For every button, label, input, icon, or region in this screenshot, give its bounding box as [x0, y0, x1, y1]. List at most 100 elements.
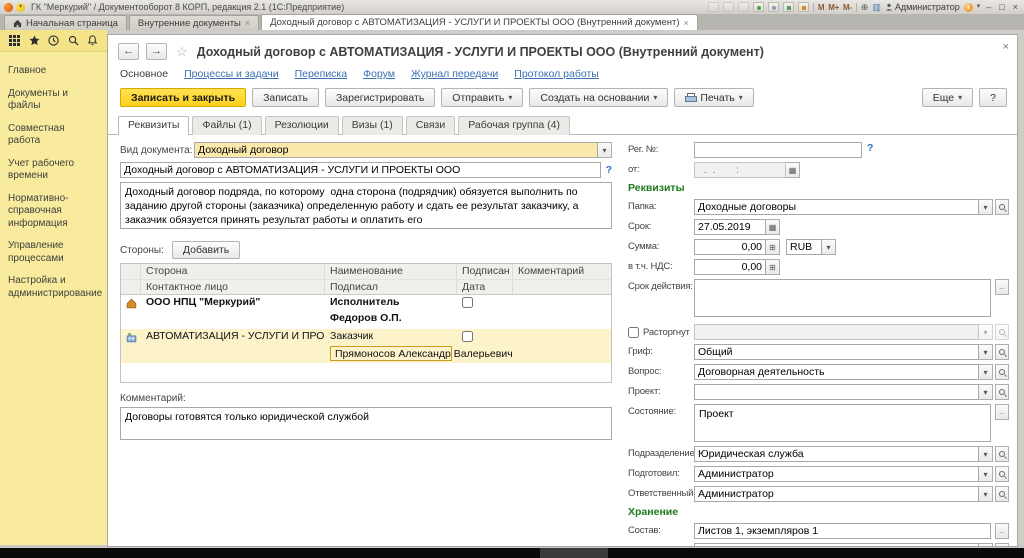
zoom-icon[interactable]: ⊕: [861, 2, 869, 12]
grif-dropdown-icon[interactable]: ▾: [979, 344, 993, 360]
case-open-icon[interactable]: [995, 543, 1009, 547]
contents-input[interactable]: [694, 523, 991, 539]
state-textarea[interactable]: Проект: [694, 404, 991, 442]
nav-link-main[interactable]: Основное: [120, 68, 168, 80]
reg-no-help-icon[interactable]: ?: [867, 142, 873, 154]
currency-dropdown-icon[interactable]: ▾: [822, 239, 836, 255]
close-tab-icon[interactable]: ×: [245, 18, 250, 28]
back-button[interactable]: ←: [118, 43, 139, 60]
register-button[interactable]: Зарегистрировать: [325, 88, 435, 107]
table-row-line2[interactable]: Прямоносов Александр Валерьевич: [121, 345, 611, 363]
signed-checkbox[interactable]: [462, 297, 473, 308]
tab-working-group[interactable]: Рабочая группа (4): [458, 116, 570, 135]
role-cell[interactable]: Заказчик: [325, 329, 457, 345]
print-icon[interactable]: [723, 2, 734, 12]
calc-m-minus-button[interactable]: M-: [843, 3, 852, 12]
validity-textarea[interactable]: [694, 279, 991, 317]
save-and-close-button[interactable]: Записать и закрыть: [120, 88, 246, 107]
prepared-input[interactable]: [694, 466, 979, 482]
currency-input[interactable]: [786, 239, 822, 255]
sidebar-item-reference-info[interactable]: Нормативно-справочная информация: [6, 188, 101, 236]
tab-income-contract[interactable]: Доходный договор с АВТОМАТИЗАЦИЯ - УСЛУГ…: [261, 14, 698, 30]
project-open-icon[interactable]: [995, 384, 1009, 400]
reg-date-calendar-icon[interactable]: ▦: [786, 162, 800, 178]
sidebar-item-collaboration[interactable]: Совместная работа: [6, 118, 101, 153]
vat-input[interactable]: [694, 259, 766, 275]
close-window-button[interactable]: ×: [1011, 2, 1020, 12]
more-button[interactable]: Еще▾: [922, 88, 973, 107]
main-menu-icon[interactable]: ▾: [16, 3, 25, 12]
send-message-icon[interactable]: [768, 2, 779, 12]
col-header-comment[interactable]: Комментарий: [513, 264, 611, 279]
role-cell[interactable]: Исполнитель: [325, 295, 457, 311]
responsible-input[interactable]: [694, 486, 979, 502]
calendar-icon[interactable]: [798, 2, 809, 12]
doc-kind-input[interactable]: [194, 142, 598, 158]
search-icon[interactable]: [68, 35, 79, 46]
grif-input[interactable]: [694, 344, 979, 360]
tab-files[interactable]: Файлы (1): [192, 116, 261, 135]
tab-visas[interactable]: Визы (1): [342, 116, 403, 135]
tab-home[interactable]: Начальная страница: [4, 15, 127, 30]
term-calendar-icon[interactable]: ▦: [766, 219, 780, 235]
term-input[interactable]: [694, 219, 766, 235]
send-button[interactable]: Отправить▾: [441, 88, 523, 107]
case-more-button[interactable]: ...: [979, 543, 993, 547]
doc-kind-dropdown-icon[interactable]: ▾: [598, 142, 612, 158]
split-view-icon[interactable]: ▥: [872, 2, 881, 12]
department-dropdown-icon[interactable]: ▾: [979, 446, 993, 462]
col-header-signed[interactable]: Подписан: [457, 264, 513, 279]
col-header-side[interactable]: Сторона: [141, 264, 325, 279]
current-user[interactable]: Администратор: [885, 2, 960, 12]
question-dropdown-icon[interactable]: ▾: [979, 364, 993, 380]
amount-input[interactable]: [694, 239, 766, 255]
restore-button[interactable]: □: [997, 2, 1006, 12]
col-header-name[interactable]: Наименование: [325, 264, 457, 279]
folder-input[interactable]: [694, 199, 979, 215]
department-input[interactable]: [694, 446, 979, 462]
reg-no-input[interactable]: [694, 142, 862, 158]
favorite-star-icon[interactable]: ☆: [176, 44, 188, 60]
create-based-on-button[interactable]: Создать на основании▾: [529, 88, 668, 107]
folder-dropdown-icon[interactable]: ▾: [979, 199, 993, 215]
doc-description-textarea[interactable]: Доходный договор подряда, по которому од…: [120, 182, 612, 229]
responsible-dropdown-icon[interactable]: ▾: [979, 486, 993, 502]
sidebar-item-time-tracking[interactable]: Учет рабочего времени: [6, 153, 101, 188]
col-header-signer[interactable]: Подписал: [325, 279, 457, 294]
help-button[interactable]: ?: [979, 88, 1007, 107]
calc-m-plus-button[interactable]: M+: [828, 3, 839, 12]
table-icon[interactable]: [783, 2, 794, 12]
calc-m-button[interactable]: M: [818, 3, 824, 12]
table-row-line2[interactable]: Федоров О.П.: [121, 311, 611, 329]
signed-checkbox[interactable]: [462, 331, 473, 342]
project-dropdown-icon[interactable]: ▾: [979, 384, 993, 400]
print-button[interactable]: Печать▾: [674, 88, 753, 107]
reg-date-input[interactable]: [694, 162, 786, 178]
close-form-icon[interactable]: ×: [1003, 41, 1009, 53]
close-tab-icon[interactable]: ×: [684, 18, 689, 28]
print-preview-icon[interactable]: [738, 2, 749, 12]
forward-button[interactable]: →: [146, 43, 167, 60]
side-cell[interactable]: АВТОМАТИЗАЦИЯ - УСЛУГИ И ПРОЕКТЫ ООО: [141, 329, 325, 345]
terminated-checkbox[interactable]: [628, 327, 639, 338]
favorites-star-icon[interactable]: [29, 35, 40, 46]
case-input[interactable]: [694, 543, 979, 547]
user-session-icon[interactable]: [753, 2, 764, 12]
notifications-bell-icon[interactable]: [87, 35, 98, 46]
save-icon[interactable]: [708, 2, 719, 12]
sections-menu-icon[interactable]: [9, 35, 20, 46]
responsible-open-icon[interactable]: [995, 486, 1009, 502]
titlebar-chevron-icon[interactable]: ▾: [977, 2, 981, 12]
table-row[interactable]: АВТОМАТИЗАЦИЯ - УСЛУГИ И ПРОЕКТЫ ООО Зак…: [121, 329, 611, 345]
tab-links[interactable]: Связи: [406, 116, 455, 135]
project-input[interactable]: [694, 384, 979, 400]
nav-link-transfer-log[interactable]: Журнал передачи: [411, 68, 498, 80]
save-button[interactable]: Записать: [252, 88, 319, 107]
prepared-open-icon[interactable]: [995, 466, 1009, 482]
state-more-button[interactable]: ...: [995, 404, 1009, 420]
folder-open-icon[interactable]: [995, 199, 1009, 215]
terminated-input[interactable]: [694, 324, 979, 340]
side-cell[interactable]: ООО НПЦ "Меркурий": [141, 295, 325, 311]
add-side-button[interactable]: Добавить: [172, 241, 240, 259]
comment-textarea[interactable]: Договоры готовятся только юридической сл…: [120, 407, 612, 440]
